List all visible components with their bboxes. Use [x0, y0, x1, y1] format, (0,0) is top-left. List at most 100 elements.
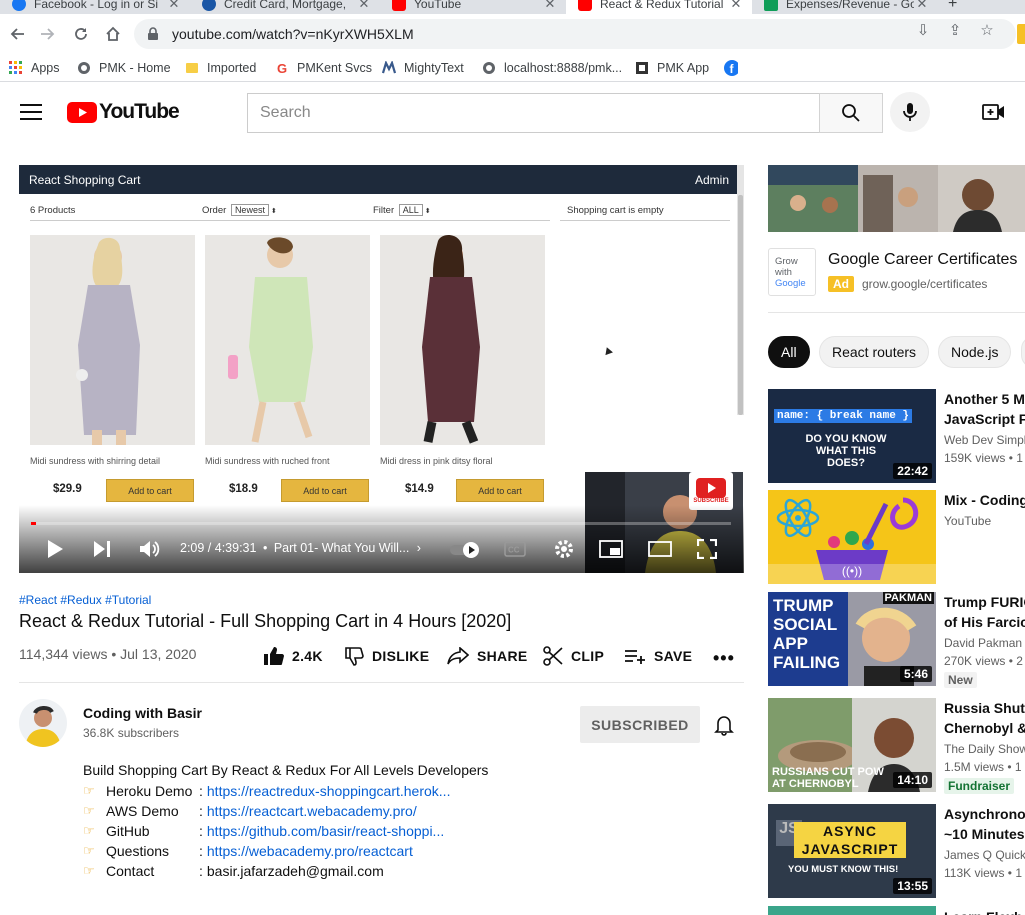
bookmark-apps[interactable]: Apps — [9, 59, 60, 77]
close-icon[interactable]: ✕ — [914, 0, 930, 12]
video-player[interactable]: React Shopping Cart Admin 6 Products Ord… — [19, 165, 744, 573]
new-tab-button[interactable]: + — [938, 0, 978, 14]
more-actions-button[interactable]: ••• — [713, 648, 735, 669]
save-button[interactable]: SAVE — [624, 645, 692, 667]
bookmark-pmkent-svcs[interactable]: G PMKent Svcs — [275, 59, 372, 77]
tab-facebook[interactable]: Facebook - Log in or Si ✕ — [0, 0, 190, 14]
recommended-mix[interactable]: ((•)) Mix - Coding with Basir YouTube — [768, 490, 1025, 586]
description-link[interactable]: https://webacademy.pro/reactcart — [207, 843, 413, 859]
channel-name[interactable]: Coding with Basir — [83, 705, 202, 721]
playlist-add-icon — [625, 650, 645, 664]
tab-expenses-sheet[interactable]: Expenses/Revenue - Go ✕ — [752, 0, 938, 14]
hamburger-menu-icon[interactable] — [20, 102, 42, 120]
ad-url[interactable]: grow.google/certificates — [862, 277, 987, 291]
close-icon[interactable]: ✕ — [166, 0, 182, 12]
tab-credit-card[interactable]: Credit Card, Mortgage, ✕ — [190, 0, 380, 14]
back-button[interactable] — [5, 22, 29, 46]
create-video-button[interactable] — [982, 102, 1006, 127]
fullscreen-button[interactable] — [696, 538, 718, 564]
bookmark-pmk-app[interactable]: PMK App — [635, 59, 709, 77]
address-bar[interactable]: youtube.com/watch?v=nKyrXWH5XLM — [134, 19, 1016, 49]
notification-bell-button[interactable] — [714, 714, 734, 741]
clip-button[interactable]: CLIP — [543, 645, 604, 667]
thumbnail-text: YOU MUST KNOW THIS! — [788, 864, 899, 875]
logo-text: with — [775, 266, 792, 278]
reload-button[interactable] — [69, 22, 93, 46]
product-image — [205, 235, 370, 445]
hashtag-link[interactable]: #React — [19, 593, 57, 607]
install-icon[interactable]: ⇩ — [914, 21, 932, 39]
hashtag-link[interactable]: #Tutorial — [105, 593, 151, 607]
recommended-video[interactable]: JS ASYNC JAVASCRIPT YOU MUST KNOW THIS! … — [768, 804, 1025, 900]
recommended-video[interactable]: RUSSIANS CUT POW AT CHERNOBYL 14:10 Russi… — [768, 698, 1025, 794]
play-button[interactable] — [45, 539, 65, 564]
progress-bar[interactable] — [31, 522, 731, 525]
description-label: Heroku Demo — [106, 783, 193, 799]
recommended-video[interactable]: TRUMP SOCIAL APP FAILING PAKMAN 5:46 Tru… — [768, 592, 1025, 688]
voice-search-button[interactable] — [890, 92, 930, 132]
share-button[interactable]: SHARE — [447, 645, 528, 667]
tab-label: YouTube — [414, 0, 462, 11]
chip-more[interactable] — [1021, 336, 1025, 368]
chip-all[interactable]: All — [768, 336, 810, 368]
bookmark-localhost[interactable]: localhost:8888/pmk... — [482, 59, 622, 77]
new-badge: New — [944, 672, 977, 688]
home-icon — [106, 26, 120, 41]
product-name: Midi sundress with shirring detail — [30, 456, 161, 466]
star-icon[interactable]: ☆ — [978, 21, 996, 39]
forward-button[interactable] — [36, 22, 60, 46]
chip-react-routers[interactable]: React routers — [819, 336, 930, 368]
bookmark-label: MightyText — [404, 61, 464, 75]
bell-icon — [714, 716, 734, 736]
next-button[interactable] — [92, 540, 112, 563]
chapter-title[interactable]: Part 01- What You Will... — [274, 541, 409, 555]
bookmark-facebook[interactable]: f — [724, 59, 746, 77]
close-icon[interactable]: ✕ — [542, 0, 558, 12]
share-icon[interactable]: ⇪ — [946, 21, 964, 39]
url-text: youtube.com/watch?v=nKyrXWH5XLM — [172, 26, 414, 42]
search-button[interactable] — [819, 93, 883, 133]
channel-avatar[interactable] — [19, 699, 67, 747]
like-button[interactable]: 2.4K — [263, 645, 323, 667]
miniplayer-button[interactable] — [599, 540, 623, 563]
subscribed-button[interactable]: SUBSCRIBED — [580, 706, 700, 743]
home-button[interactable] — [101, 22, 125, 46]
close-icon[interactable]: ✕ — [728, 0, 744, 12]
thumbnail-text: TRUMP SOCIAL APP FAILING — [773, 596, 841, 672]
bookmark-imported[interactable]: Imported — [185, 59, 256, 77]
youtube-logo[interactable]: YouTube — [67, 100, 180, 123]
grow-with-google-logo[interactable]: Grow with Google — [768, 248, 816, 296]
chip-nodejs[interactable]: Node.js — [938, 336, 1012, 368]
chevron-right-icon: › — [416, 541, 421, 555]
search-input[interactable]: Search — [247, 93, 820, 133]
share-label: SHARE — [477, 648, 528, 664]
recommended-video[interactable]: name: { break name } DO YOU KNOW WHAT TH… — [768, 389, 1025, 485]
dislike-button[interactable]: DISLIKE — [344, 645, 429, 667]
bookmark-mightytext[interactable]: MightyText — [382, 59, 464, 77]
theater-mode-button[interactable] — [648, 541, 672, 562]
close-icon[interactable]: ✕ — [356, 0, 372, 12]
ad-banner-image[interactable] — [768, 165, 1025, 232]
product-image — [380, 235, 545, 445]
settings-button[interactable] — [553, 538, 575, 565]
volume-button[interactable] — [139, 539, 161, 564]
divider — [30, 220, 550, 221]
captions-button[interactable]: CC — [504, 541, 526, 562]
extension-icon[interactable] — [1017, 24, 1025, 44]
autoplay-toggle[interactable] — [449, 541, 483, 564]
bookmark-pmk-home[interactable]: PMK - Home — [77, 59, 171, 77]
play-icon — [48, 540, 63, 558]
chapter-separator: • — [262, 541, 268, 555]
description-link[interactable]: https://reactredux-shoppingcart.herok... — [207, 783, 451, 799]
tab-youtube[interactable]: YouTube ✕ — [380, 0, 566, 14]
hashtag-link[interactable]: #Redux — [60, 593, 101, 607]
captions-icon: CC — [504, 541, 526, 557]
ad-title[interactable]: Google Career Certificates — [828, 251, 1017, 269]
tab-react-redux-tutorial[interactable]: React & Redux Tutorial ✕ — [566, 0, 752, 14]
description-link[interactable]: https://github.com/basir/react-shoppi... — [207, 823, 444, 839]
browser-toolbar: youtube.com/watch?v=nKyrXWH5XLM ⇩ ⇪ ☆ — [0, 14, 1025, 54]
recommended-video[interactable]: Learn Flexbox — [768, 906, 1025, 915]
ad-meta: Ad grow.google/certificates — [828, 276, 987, 292]
description-link[interactable]: https://reactcart.webacademy.pro/ — [207, 803, 417, 819]
search-icon — [842, 104, 860, 122]
